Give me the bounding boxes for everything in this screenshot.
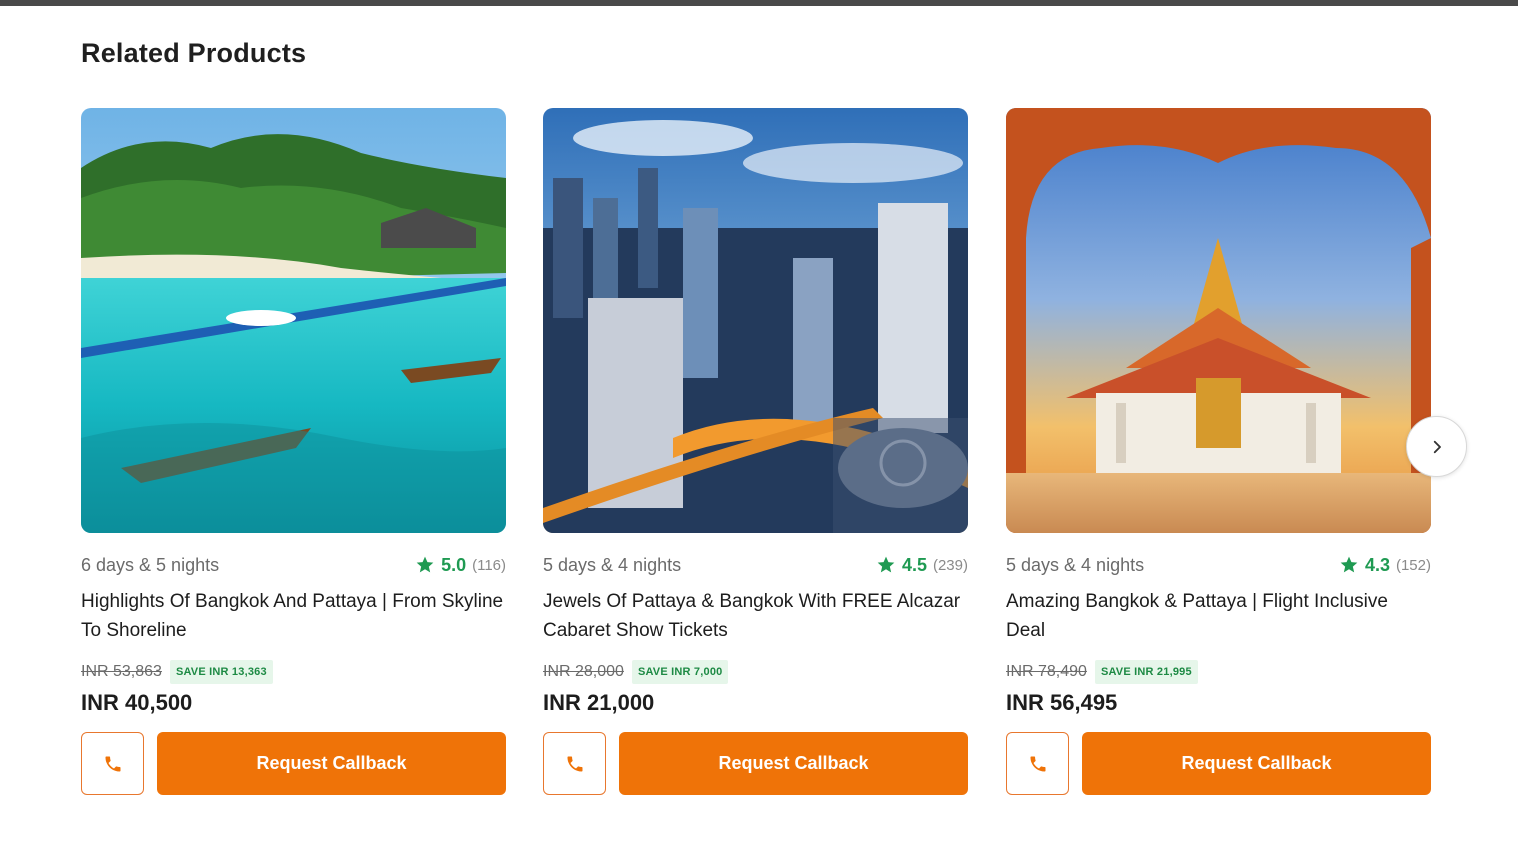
rating: 5.0 (116) bbox=[415, 555, 506, 576]
star-icon bbox=[877, 556, 895, 573]
product-image[interactable] bbox=[543, 108, 968, 533]
price-row: INR 78,490 SAVE INR 21,995 bbox=[1006, 658, 1431, 686]
card-actions: Request Callback bbox=[543, 732, 968, 795]
rating-value: 5.0 bbox=[441, 554, 467, 575]
card-actions: Request Callback bbox=[81, 732, 506, 795]
price: INR 21,000 bbox=[543, 690, 655, 715]
star-icon bbox=[416, 556, 434, 573]
duration: 6 days & 5 nights bbox=[81, 554, 220, 575]
rating: 4.3 (152) bbox=[1339, 555, 1431, 576]
phone-icon bbox=[105, 756, 120, 771]
product-title[interactable]: Jewels Of Pattaya & Bangkok With FREE Al… bbox=[543, 587, 968, 645]
rating-count: (116) bbox=[472, 556, 506, 574]
rating-value: 4.3 bbox=[1364, 554, 1390, 575]
city-skyline-night-image bbox=[543, 108, 968, 533]
rating-value: 4.5 bbox=[901, 554, 927, 575]
save-badge: SAVE INR 21,995 bbox=[1094, 660, 1198, 684]
save-badge: SAVE INR 13,363 bbox=[169, 660, 273, 684]
rating-count: (239) bbox=[932, 556, 968, 574]
tropical-island-beach-image bbox=[81, 108, 506, 533]
request-callback-button[interactable]: Request Callback bbox=[1082, 732, 1431, 795]
rating: 4.5 (239) bbox=[876, 555, 968, 576]
duration: 5 days & 4 nights bbox=[1006, 554, 1145, 575]
call-button[interactable] bbox=[81, 732, 144, 795]
product-image[interactable] bbox=[81, 108, 506, 533]
product-card[interactable]: 5 days & 4 nights 4.3 (152) Amazing Bang… bbox=[1006, 108, 1431, 795]
price-row: INR 53,863 SAVE INR 13,363 bbox=[81, 658, 506, 686]
call-button[interactable] bbox=[543, 732, 606, 795]
price: INR 40,500 bbox=[81, 690, 193, 715]
top-border bbox=[0, 0, 1518, 6]
old-price: INR 78,490 bbox=[1006, 663, 1087, 680]
save-badge: SAVE INR 7,000 bbox=[631, 660, 729, 684]
product-title[interactable]: Amazing Bangkok & Pattaya | Flight Inclu… bbox=[1006, 587, 1431, 645]
call-button[interactable] bbox=[1006, 732, 1069, 795]
carousel-next-button[interactable] bbox=[1406, 416, 1467, 477]
meta-row: 6 days & 5 nights 5.0 (116) bbox=[81, 553, 506, 577]
card-actions: Request Callback bbox=[1006, 732, 1431, 795]
phone-icon bbox=[1030, 756, 1045, 771]
request-callback-button[interactable]: Request Callback bbox=[157, 732, 506, 795]
chevron-right-icon bbox=[1433, 440, 1441, 453]
request-callback-button[interactable]: Request Callback bbox=[619, 732, 968, 795]
old-price: INR 53,863 bbox=[81, 663, 162, 680]
meta-row: 5 days & 4 nights 4.3 (152) bbox=[1006, 553, 1431, 577]
product-title[interactable]: Highlights Of Bangkok And Pattaya | From… bbox=[81, 587, 506, 645]
price-row: INR 28,000 SAVE INR 7,000 bbox=[543, 658, 968, 686]
thai-temple-sunset-image bbox=[1006, 108, 1431, 533]
product-card[interactable]: 5 days & 4 nights 4.5 (239) Jewels Of Pa… bbox=[543, 108, 968, 795]
old-price: INR 28,000 bbox=[543, 663, 624, 680]
rating-count: (152) bbox=[1395, 556, 1431, 574]
product-card[interactable]: 6 days & 5 nights 5.0 (116) Highlights O… bbox=[81, 108, 506, 795]
meta-row: 5 days & 4 nights 4.5 (239) bbox=[543, 553, 968, 577]
price: INR 56,495 bbox=[1006, 690, 1118, 715]
duration: 5 days & 4 nights bbox=[543, 554, 682, 575]
product-image[interactable] bbox=[1006, 108, 1431, 533]
section-title: Related Products bbox=[81, 38, 307, 68]
star-icon bbox=[1340, 556, 1358, 573]
phone-icon bbox=[567, 756, 582, 771]
